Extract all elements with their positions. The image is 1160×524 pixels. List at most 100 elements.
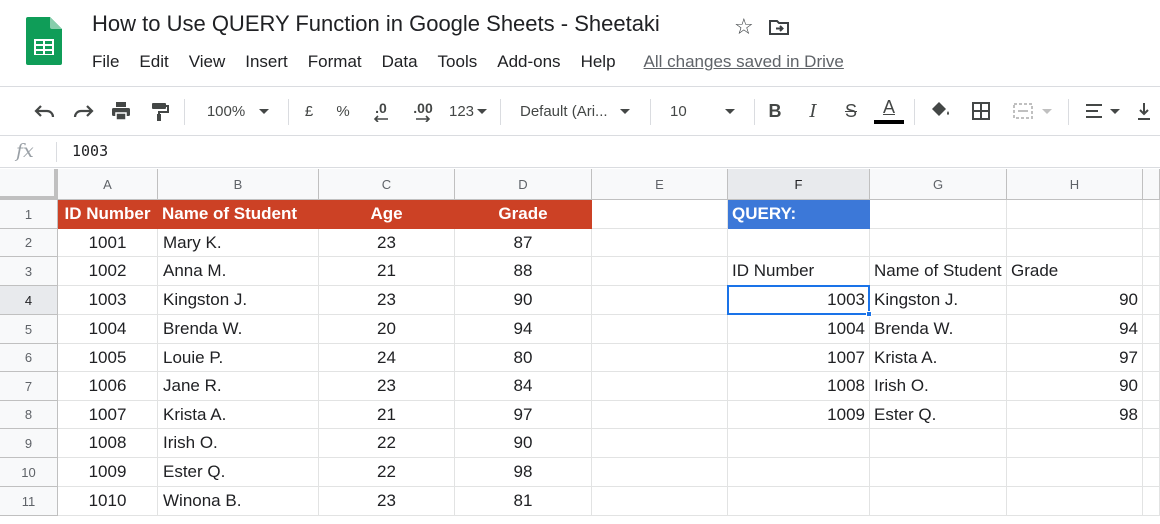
fill-handle[interactable] bbox=[866, 311, 872, 317]
cell[interactable] bbox=[870, 429, 1007, 458]
table-cell[interactable]: 88 bbox=[455, 257, 592, 286]
menu-tools[interactable]: Tools bbox=[438, 52, 478, 72]
cell[interactable] bbox=[1007, 229, 1143, 257]
cell[interactable] bbox=[1143, 429, 1160, 458]
strikethrough-button[interactable]: S bbox=[838, 87, 864, 135]
column-header-c[interactable]: C bbox=[319, 169, 455, 200]
table-header-cell[interactable]: Age bbox=[319, 200, 455, 229]
cell[interactable] bbox=[1143, 257, 1160, 286]
document-title[interactable]: How to Use QUERY Function in Google Shee… bbox=[92, 11, 660, 37]
table-cell[interactable]: Brenda W. bbox=[158, 315, 319, 344]
formula-input[interactable]: 1003 bbox=[72, 142, 108, 160]
borders-icon[interactable] bbox=[964, 87, 998, 135]
table-cell[interactable]: 23 bbox=[319, 372, 455, 401]
italic-button[interactable]: I bbox=[800, 87, 826, 135]
increase-decimal-button[interactable]: .00 bbox=[404, 87, 442, 135]
result-header-cell[interactable]: Grade bbox=[1007, 257, 1143, 286]
row-header-9[interactable]: 9 bbox=[0, 429, 58, 458]
menu-data[interactable]: Data bbox=[382, 52, 418, 72]
cell[interactable] bbox=[592, 487, 728, 516]
cell[interactable] bbox=[728, 429, 870, 458]
row-header-8[interactable]: 8 bbox=[0, 401, 58, 429]
result-id-cell[interactable]: 1007 bbox=[728, 344, 870, 372]
column-header-a[interactable]: A bbox=[58, 169, 158, 200]
cell[interactable] bbox=[728, 487, 870, 516]
table-cell[interactable]: 1010 bbox=[58, 487, 158, 516]
cell[interactable] bbox=[592, 315, 728, 344]
save-status-link[interactable]: All changes saved in Drive bbox=[644, 52, 844, 72]
currency-format-button[interactable]: £ bbox=[296, 87, 322, 135]
font-size-select[interactable]: 10 bbox=[662, 87, 748, 135]
vertical-align-icon[interactable] bbox=[1132, 87, 1156, 135]
cell[interactable] bbox=[1143, 487, 1160, 516]
table-cell[interactable]: 1006 bbox=[58, 372, 158, 401]
result-name-cell[interactable]: Krista A. bbox=[870, 344, 1007, 372]
table-cell[interactable]: 80 bbox=[455, 344, 592, 372]
cell[interactable] bbox=[592, 401, 728, 429]
result-name-cell[interactable]: Kingston J. bbox=[870, 286, 1007, 315]
cell[interactable] bbox=[592, 229, 728, 257]
print-icon[interactable] bbox=[104, 87, 138, 135]
horizontal-align-icon[interactable] bbox=[1076, 87, 1128, 135]
column-header-d[interactable]: D bbox=[455, 169, 592, 200]
table-cell[interactable]: 21 bbox=[319, 257, 455, 286]
table-cell[interactable]: 87 bbox=[455, 229, 592, 257]
table-cell[interactable]: 22 bbox=[319, 458, 455, 487]
table-cell[interactable]: Ester Q. bbox=[158, 458, 319, 487]
menu-addons[interactable]: Add-ons bbox=[497, 52, 560, 72]
table-cell[interactable]: 21 bbox=[319, 401, 455, 429]
cell[interactable] bbox=[1143, 315, 1160, 344]
cell[interactable] bbox=[728, 229, 870, 257]
more-formats-select[interactable]: 123 bbox=[444, 87, 492, 135]
row-header-1[interactable]: 1 bbox=[0, 200, 58, 229]
result-grade-cell[interactable]: 94 bbox=[1007, 315, 1143, 344]
cell[interactable] bbox=[870, 229, 1007, 257]
row-header-4[interactable]: 4 bbox=[0, 286, 58, 315]
table-cell[interactable]: 1007 bbox=[58, 401, 158, 429]
table-cell[interactable]: 84 bbox=[455, 372, 592, 401]
menu-edit[interactable]: Edit bbox=[139, 52, 168, 72]
table-cell[interactable]: 1004 bbox=[58, 315, 158, 344]
font-family-select[interactable]: Default (Ari... bbox=[512, 87, 642, 135]
table-cell[interactable]: 90 bbox=[455, 429, 592, 458]
result-grade-cell[interactable]: 97 bbox=[1007, 344, 1143, 372]
cell[interactable] bbox=[1143, 458, 1160, 487]
result-id-cell[interactable]: 1009 bbox=[728, 401, 870, 429]
result-name-cell[interactable]: Ester Q. bbox=[870, 401, 1007, 429]
cell[interactable] bbox=[1143, 372, 1160, 401]
cell[interactable] bbox=[592, 286, 728, 315]
result-id-cell[interactable]: 1003 bbox=[728, 286, 870, 315]
table-cell[interactable]: Winona B. bbox=[158, 487, 319, 516]
row-header-11[interactable]: 11 bbox=[0, 487, 58, 516]
star-icon[interactable]: ☆ bbox=[734, 14, 754, 40]
cell[interactable] bbox=[1007, 200, 1143, 229]
paint-format-icon[interactable] bbox=[142, 87, 176, 135]
table-cell[interactable]: Mary K. bbox=[158, 229, 319, 257]
column-header-g[interactable]: G bbox=[870, 169, 1007, 200]
cell[interactable] bbox=[592, 458, 728, 487]
table-cell[interactable]: 94 bbox=[455, 315, 592, 344]
result-id-cell[interactable]: 1008 bbox=[728, 372, 870, 401]
table-cell[interactable]: 23 bbox=[319, 487, 455, 516]
table-cell[interactable]: Louie P. bbox=[158, 344, 319, 372]
cell[interactable] bbox=[870, 487, 1007, 516]
table-cell[interactable]: Krista A. bbox=[158, 401, 319, 429]
cell[interactable] bbox=[1007, 429, 1143, 458]
cell[interactable] bbox=[1143, 229, 1160, 257]
row-header-6[interactable]: 6 bbox=[0, 344, 58, 372]
menu-insert[interactable]: Insert bbox=[245, 52, 288, 72]
menu-view[interactable]: View bbox=[189, 52, 226, 72]
bold-button[interactable]: B bbox=[762, 87, 788, 135]
cell[interactable] bbox=[870, 200, 1007, 229]
table-cell[interactable]: 24 bbox=[319, 344, 455, 372]
cell[interactable] bbox=[592, 200, 728, 229]
column-header-b[interactable]: B bbox=[158, 169, 319, 200]
percent-format-button[interactable]: % bbox=[330, 87, 356, 135]
result-grade-cell[interactable]: 90 bbox=[1007, 286, 1143, 315]
move-to-folder-icon[interactable] bbox=[768, 16, 790, 38]
cell[interactable] bbox=[1143, 286, 1160, 315]
column-header-e[interactable]: E bbox=[592, 169, 728, 200]
column-header-f[interactable]: F bbox=[728, 169, 870, 200]
result-id-cell[interactable]: 1004 bbox=[728, 315, 870, 344]
text-color-button[interactable]: A bbox=[872, 87, 906, 135]
